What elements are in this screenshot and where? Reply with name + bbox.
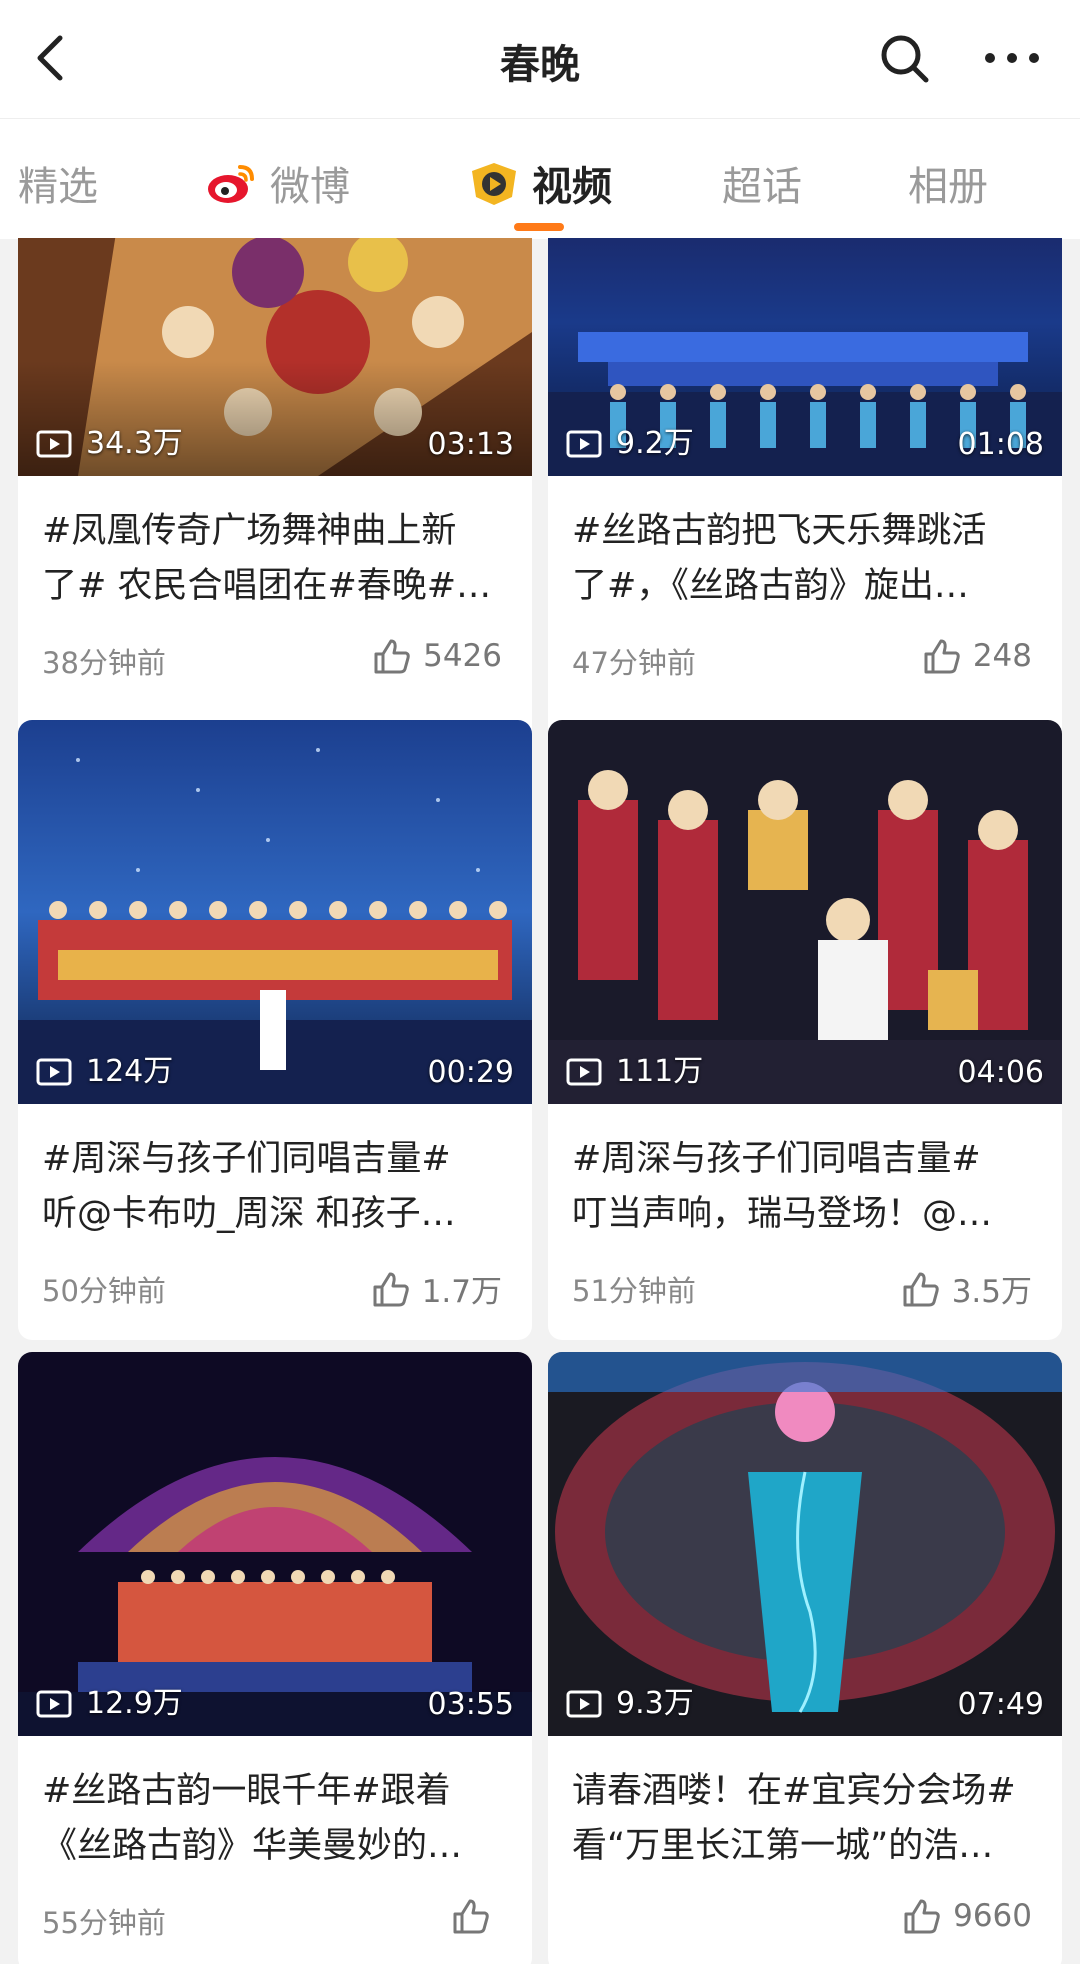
more-button[interactable]	[980, 30, 1044, 86]
video-title-line: 请春酒喽！在#宜宾分会场#	[572, 1771, 1016, 1811]
video-duration: 03:13	[427, 427, 514, 462]
tab-label: 微博	[270, 164, 350, 210]
like-button[interactable]: 5426	[373, 638, 502, 674]
view-count: 9.2万	[616, 426, 694, 461]
like-count: 9660	[953, 1898, 1032, 1934]
like-button[interactable]: 248	[923, 638, 1032, 674]
thumbs-up-icon	[374, 639, 410, 674]
video-title[interactable]: #周深与孩子们同唱吉量# 叮当声响，瑞马登场！@…	[572, 1132, 1042, 1242]
tab-album[interactable]: 相册	[908, 155, 988, 211]
tab-label: 视频	[532, 164, 612, 210]
video-title-line: 《丝路古韵》华美曼妙的…	[42, 1826, 463, 1866]
video-title[interactable]: #周深与孩子们同唱吉量# 听@卡布叻_周深 和孩子…	[42, 1132, 512, 1242]
post-time: 55分钟前	[42, 1906, 166, 1940]
video-title-line: #周深与孩子们同唱吉量#	[572, 1139, 981, 1179]
play-count-icon	[566, 430, 602, 458]
video-title-line: #凤凰传奇广场舞神曲上新	[42, 511, 457, 551]
tab-weibo[interactable]: 微博	[206, 155, 350, 211]
tab-label: 精选	[18, 164, 98, 210]
video-thumbnail[interactable]: 111万 04:06	[548, 720, 1062, 1104]
thumbs-up-icon	[903, 1272, 939, 1306]
like-count: 5426	[423, 638, 502, 674]
like-count: 1.7万	[421, 1274, 502, 1310]
tab-featured[interactable]: 精选	[18, 155, 98, 211]
video-title-line: #周深与孩子们同唱吉量#	[42, 1139, 451, 1179]
video-title-line: 听@卡布叻_周深 和孩子…	[42, 1194, 456, 1234]
play-count-icon	[36, 1690, 72, 1718]
tab-super-topic[interactable]: 超话	[722, 155, 802, 211]
video-duration: 00:29	[427, 1055, 514, 1090]
play-count-icon	[566, 1058, 602, 1086]
video-card[interactable]: 111万 04:06 #周深与孩子们同唱吉量# 叮当声响，瑞马登场！@… 51分…	[548, 720, 1062, 1340]
search-button[interactable]	[876, 30, 932, 86]
weibo-logo-icon	[208, 165, 254, 203]
video-title-line: 看“万里长江第一城”的浩…	[572, 1826, 994, 1866]
tab-bar: 精选 微博 视频 超话 相册	[0, 118, 1080, 239]
active-tab-indicator	[514, 223, 564, 231]
video-title-line: 了# 农民合唱团在#春晚#…	[42, 566, 492, 606]
like-button[interactable]: 1.7万	[372, 1266, 502, 1311]
video-thumbnail[interactable]: 34.3万 03:13	[18, 238, 532, 476]
video-title[interactable]: #凤凰传奇广场舞神曲上新 了# 农民合唱团在#春晚#…	[42, 504, 512, 614]
post-time: 50分钟前	[42, 1274, 166, 1308]
view-count: 12.9万	[86, 1686, 183, 1721]
video-title[interactable]: #丝路古韵一眼千年#跟着 《丝路古韵》华美曼妙的…	[42, 1764, 512, 1874]
video-duration: 01:08	[957, 427, 1044, 462]
video-thumbnail[interactable]: 9.3万 07:49	[548, 1352, 1062, 1736]
video-title[interactable]: 请春酒喽！在#宜宾分会场# 看“万里长江第一城”的浩…	[572, 1764, 1042, 1874]
like-button[interactable]: 3.5万	[902, 1266, 1032, 1311]
thumbs-up-icon	[904, 1899, 940, 1934]
video-play-icon	[472, 163, 516, 205]
video-title-line: #丝路古韵一眼千年#跟着	[42, 1771, 451, 1811]
video-thumbnail[interactable]: 124万 00:29	[18, 720, 532, 1104]
top-bar: 春晚	[0, 0, 1080, 118]
search-icon	[881, 35, 929, 83]
post-time: 51分钟前	[572, 1274, 696, 1308]
tab-label: 超话	[722, 164, 802, 210]
play-count-icon	[36, 1058, 72, 1086]
video-duration: 07:49	[957, 1687, 1044, 1722]
video-card[interactable]: 124万 00:29 #周深与孩子们同唱吉量# 听@卡布叻_周深 和孩子… 50…	[18, 720, 532, 1340]
video-thumbnail[interactable]: 12.9万 03:55	[18, 1352, 532, 1736]
view-count: 111万	[616, 1054, 704, 1089]
like-count: 248	[972, 638, 1032, 674]
tab-label: 相册	[908, 164, 988, 210]
thumbs-up-icon	[453, 1899, 489, 1934]
more-horizontal-icon	[985, 53, 1039, 63]
view-count: 34.3万	[86, 426, 183, 461]
post-time: 38分钟前	[42, 646, 166, 680]
video-duration: 04:06	[957, 1055, 1044, 1090]
video-thumbnail[interactable]: 9.2万 01:08	[548, 238, 1062, 476]
like-count: 3.5万	[951, 1274, 1032, 1310]
video-title-line: #丝路古韵把飞天乐舞跳活	[572, 511, 987, 551]
view-count: 124万	[86, 1054, 174, 1089]
video-card[interactable]: 12.9万 03:55 #丝路古韵一眼千年#跟着 《丝路古韵》华美曼妙的… 55…	[18, 1352, 532, 1964]
play-count-icon	[36, 430, 72, 458]
tab-video[interactable]: 视频	[468, 155, 612, 211]
like-button[interactable]: 9660	[903, 1898, 1032, 1934]
like-button[interactable]	[452, 1898, 502, 1934]
video-duration: 03:55	[427, 1687, 514, 1722]
video-title-line: 叮当声响，瑞马登场！@…	[572, 1194, 993, 1234]
thumbs-up-icon	[924, 639, 960, 674]
post-time: 47分钟前	[572, 646, 696, 680]
video-title[interactable]: #丝路古韵把飞天乐舞跳活 了#，《丝路古韵》旋出…	[572, 504, 1042, 614]
view-count: 9.3万	[616, 1686, 694, 1721]
video-card[interactable]: 9.3万 07:49 请春酒喽！在#宜宾分会场# 看“万里长江第一城”的浩… 9…	[548, 1352, 1062, 1964]
video-grid: 34.3万 03:13 #凤凰传奇广场舞神曲上新 了# 农民合唱团在#春晚#… …	[0, 238, 1080, 1964]
thumbs-up-icon	[373, 1272, 409, 1306]
play-count-icon	[566, 1690, 602, 1718]
video-title-line: 了#，《丝路古韵》旋出…	[572, 566, 969, 606]
